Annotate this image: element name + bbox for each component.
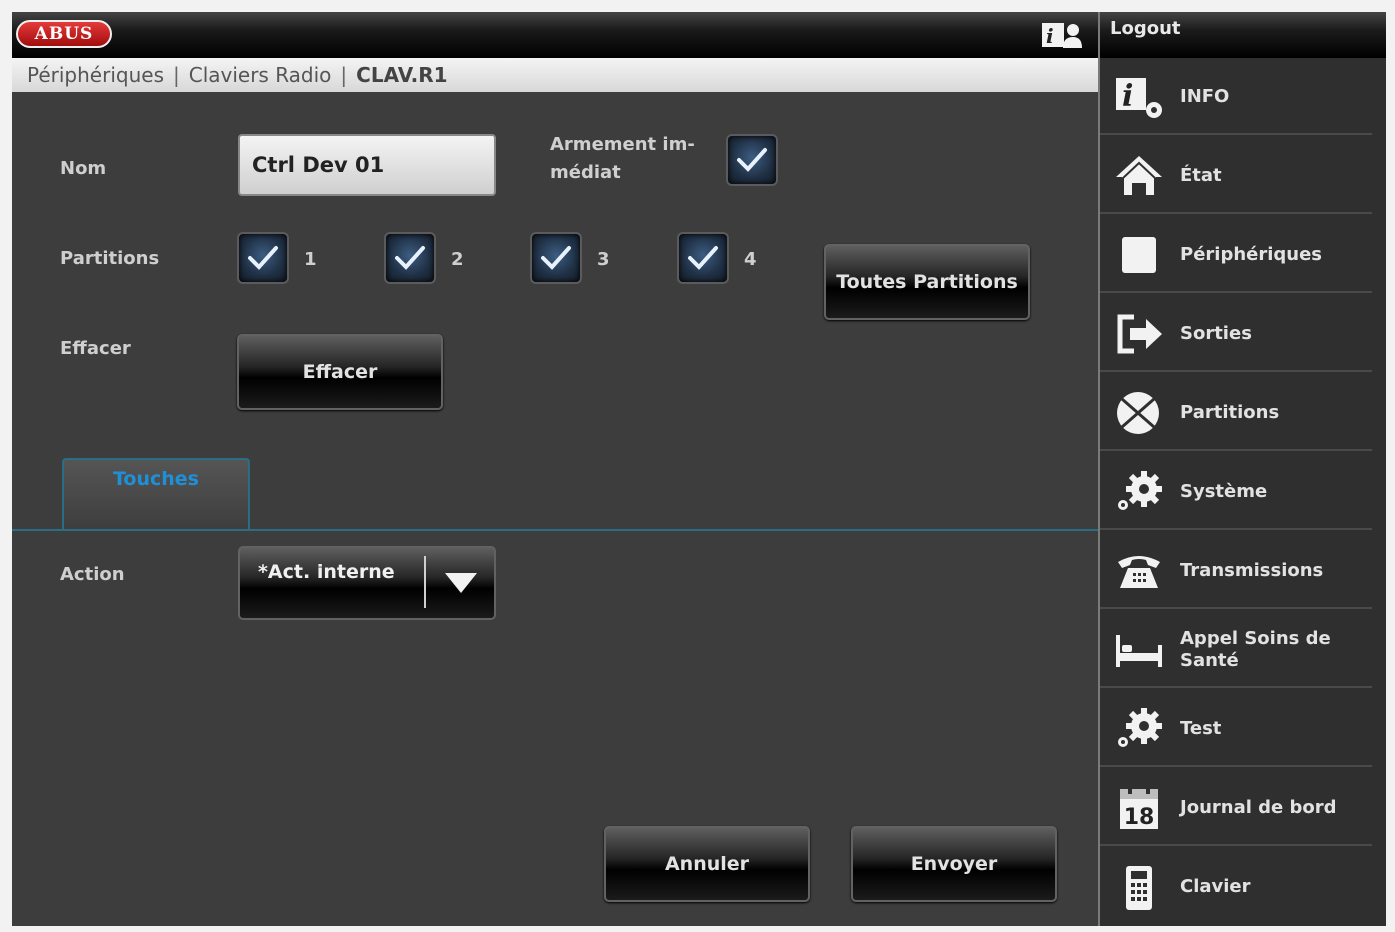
- nom-label: Nom: [60, 158, 107, 179]
- sidebar-item-label: Test: [1180, 717, 1222, 739]
- armement-label-line1: Armement im-: [550, 134, 695, 155]
- bed-icon: [1116, 635, 1162, 667]
- sidebar-item-label: Système: [1180, 480, 1268, 502]
- sidebar-item-peripheriques[interactable]: Périphériques: [1100, 216, 1372, 293]
- effacer-button[interactable]: Effacer: [237, 334, 443, 410]
- partition-number-2: 2: [451, 249, 464, 270]
- partition-checkbox-3[interactable]: [530, 232, 582, 284]
- armement-label-line2: médiat: [550, 162, 621, 183]
- tab-underline: [12, 529, 1098, 531]
- partitions-label: Partitions: [60, 248, 160, 269]
- sidebar-item-test[interactable]: Test: [1100, 690, 1372, 767]
- logout-button[interactable]: Logout: [1098, 12, 1386, 58]
- nom-input[interactable]: Ctrl Dev 01: [238, 134, 496, 196]
- calendar-day: 18: [1124, 805, 1155, 830]
- gears-icon: [1118, 708, 1162, 747]
- sidebar-item-partitions[interactable]: Partitions: [1100, 374, 1372, 451]
- check-icon: [688, 246, 718, 270]
- envoyer-button[interactable]: Envoyer: [851, 826, 1057, 902]
- gears-icon: [1118, 471, 1162, 510]
- top-bar: ABUS i: [12, 12, 1098, 58]
- breadcrumb-separator: |: [340, 63, 348, 87]
- armement-checkbox[interactable]: [726, 134, 778, 186]
- action-label: Action: [60, 564, 125, 585]
- breadcrumb-item-claviers-radio[interactable]: Claviers Radio: [189, 63, 332, 87]
- tab-touches[interactable]: Touches: [62, 458, 250, 531]
- chevron-down-icon: [445, 573, 477, 593]
- calendar-icon: 18: [1120, 786, 1158, 830]
- main-panel: Nom Ctrl Dev 01 Armement im- médiat Part…: [12, 92, 1098, 926]
- partition-number-4: 4: [744, 249, 757, 270]
- sidebar-item-label: Partitions: [1180, 401, 1280, 423]
- keypad-icon: [1126, 866, 1152, 910]
- svg-text:i: i: [1046, 24, 1054, 48]
- sidebar-item-label: Périphériques: [1180, 243, 1323, 265]
- select-divider: [424, 556, 426, 608]
- home-icon: [1116, 156, 1162, 197]
- partitions-pie-icon: [1117, 392, 1159, 434]
- check-icon: [248, 246, 278, 270]
- sidebar-item-label: INFO: [1180, 85, 1230, 107]
- exit-arrow-icon: [1117, 314, 1162, 354]
- partition-checkbox-2[interactable]: [384, 232, 436, 284]
- logout-label: Logout: [1110, 18, 1181, 39]
- sidebar-item-label: Appel Soins de Santé: [1180, 627, 1331, 671]
- sidebar-item-label: Clavier: [1180, 875, 1251, 897]
- sidebar-item-journal[interactable]: 18 Journal de bord: [1100, 769, 1372, 846]
- sidebar-item-appel-soins[interactable]: Appel Soins de Santé: [1100, 611, 1372, 688]
- sidebar-item-info[interactable]: i INFO: [1100, 58, 1372, 135]
- app-frame: ABUS i Logout Périphériques | Claviers R…: [12, 12, 1386, 926]
- partition-number-3: 3: [597, 249, 610, 270]
- sidebar-item-label: Sorties: [1180, 322, 1252, 344]
- effacer-label: Effacer: [60, 338, 131, 359]
- check-icon: [737, 148, 767, 172]
- svg-text:i: i: [1122, 79, 1133, 114]
- info-gear-icon: i: [1116, 78, 1162, 118]
- sidebar-item-label: Transmissions: [1180, 559, 1324, 581]
- tab-touches-label: Touches: [112, 468, 199, 490]
- partition-checkbox-1[interactable]: [237, 232, 289, 284]
- user-info-icon[interactable]: i: [1042, 22, 1082, 48]
- toutes-partitions-button[interactable]: Toutes Partitions: [824, 244, 1030, 320]
- square-device-icon: [1122, 237, 1156, 273]
- breadcrumb-separator: |: [172, 63, 180, 87]
- breadcrumb-current: CLAV.R1: [356, 63, 448, 87]
- abus-logo: ABUS: [16, 20, 112, 48]
- action-select-value: *Act. interne: [258, 561, 395, 583]
- check-icon: [541, 246, 571, 270]
- partition-checkbox-4[interactable]: [677, 232, 729, 284]
- telephone-icon: [1118, 556, 1160, 588]
- breadcrumb-item-peripheriques[interactable]: Périphériques: [27, 63, 164, 87]
- sidebar-menu: i INFO État Périphériques Sorties Partit…: [1098, 58, 1386, 926]
- sidebar-item-clavier[interactable]: Clavier: [1100, 848, 1372, 925]
- action-select[interactable]: *Act. interne: [238, 546, 496, 620]
- sidebar-item-label: Journal de bord: [1180, 796, 1337, 818]
- breadcrumb: Périphériques | Claviers Radio | CLAV.R1: [12, 58, 1098, 92]
- partition-number-1: 1: [304, 249, 317, 270]
- annuler-button[interactable]: Annuler: [604, 826, 810, 902]
- sidebar-item-systeme[interactable]: Système: [1100, 453, 1372, 530]
- check-icon: [395, 246, 425, 270]
- sidebar-item-etat[interactable]: État: [1100, 137, 1372, 214]
- sidebar-item-label: État: [1180, 164, 1222, 186]
- sidebar-item-transmissions[interactable]: Transmissions: [1100, 532, 1372, 609]
- sidebar-item-sorties[interactable]: Sorties: [1100, 295, 1372, 372]
